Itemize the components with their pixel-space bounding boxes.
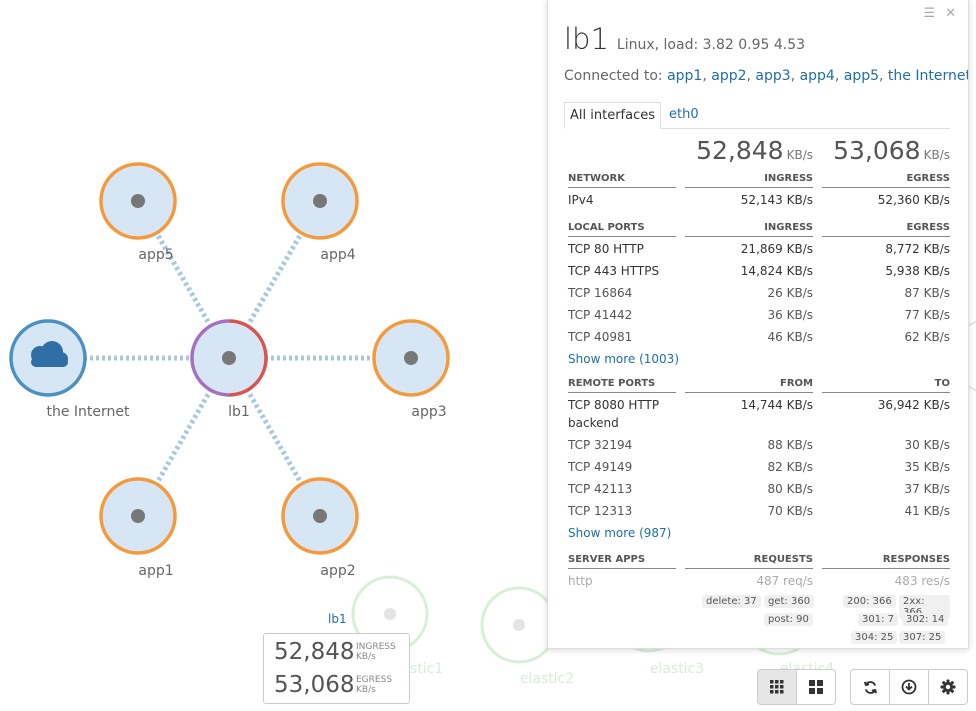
layout-toggle-group [757,669,836,705]
server-apps-header: SERVER APPS [568,554,676,569]
mini-egress-key: EGRESS KB/s [356,675,393,695]
table-row[interactable]: TCP 41442 36 KB/s 77 KB/s [568,308,950,328]
link-app3[interactable]: app3 [755,68,790,84]
request-badge: post: 90 [764,613,813,626]
network-ingress-header: INGRESS [685,173,813,188]
node-subtitle: Linux, load: 3.82 0.95 4.53 [616,37,806,53]
label-app5: app5 [138,247,173,263]
settings-button[interactable] [929,669,968,705]
request-badge: get: 360 [764,595,815,608]
node-internet[interactable] [9,319,87,397]
response-badge: 301: 7 [858,613,898,626]
label-lb1: lb1 [228,404,250,420]
server-apps-requests-header: REQUESTS [685,554,813,569]
node-app1[interactable] [99,477,177,555]
link-app1[interactable]: app1 [667,68,702,84]
refresh-button[interactable] [850,669,890,705]
gear-icon [940,679,956,695]
request-badge: delete: 37 [702,595,761,608]
local-ports-show-more[interactable]: Show more (1003) [568,352,679,366]
remote-ports-to-header: TO [822,378,950,393]
local-ports-header: LOCAL PORTS [568,222,676,237]
tab-all-interfaces[interactable]: All interfaces [564,102,662,129]
table-row[interactable]: TCP 16864 26 KB/s 87 KB/s [568,286,950,306]
table-row[interactable]: TCP 12313 70 KB/s 41 KB/s [568,504,950,524]
link-app4[interactable]: app4 [800,68,835,84]
local-ports-ingress-header: INGRESS [685,222,813,237]
network-header: NETWORK [568,173,676,188]
table-row[interactable]: IPv4 52,143 KB/s 52,360 KB/s [568,193,950,213]
link-app2[interactable]: app2 [711,68,746,84]
remote-ports-from-header: FROM [685,378,813,393]
grid-small-button[interactable] [757,669,797,705]
label-elastic2: elastic2 [520,671,574,687]
download-icon [901,679,917,695]
panel-tools: ☰ ✕ [913,6,956,21]
grid-small-icon [770,680,784,694]
node-details-panel: ☰ ✕ lb1 Linux, load: 3.82 0.95 4.53 Connec… [547,0,969,649]
table-row[interactable]: TCP 8080 HTTP backend 14,744 KB/s 36,942… [568,398,950,438]
response-badge: 200: 366 [843,595,896,608]
total-ingress: 52,848 KB/s [696,136,813,165]
table-row[interactable]: TCP 80 HTTP 21,869 KB/s 8,772 KB/s [568,242,950,262]
connected-label: Connected to: [564,68,663,84]
label-app2: app2 [320,563,355,579]
node-name: lb1 [564,22,609,56]
response-badge: 304: 25 [851,631,898,644]
table-row[interactable]: http 487 req/s 483 res/s [568,574,950,594]
table-row[interactable]: TCP 40981 46 KB/s 62 KB/s [568,330,950,350]
label-app1: app1 [138,563,173,579]
grid-large-icon [809,680,823,694]
network-egress-header: EGRESS [822,173,950,188]
remote-ports-header: REMOTE PORTS [568,378,676,393]
local-ports-egress-header: EGRESS [822,222,950,237]
refresh-icon [863,680,877,694]
label-elastic3: elastic3 [650,661,704,677]
table-row[interactable]: TCP 49149 82 KB/s 35 KB/s [568,460,950,480]
node-app3[interactable] [372,319,450,397]
label-internet: the Internet [46,404,130,420]
node-app4[interactable] [281,162,359,240]
response-badge: 307: 25 [899,631,946,644]
table-row[interactable]: TCP 42113 80 KB/s 37 KB/s [568,482,950,502]
download-button[interactable] [890,669,929,705]
table-row[interactable]: TCP 32194 88 KB/s 30 KB/s [568,438,950,458]
grid-large-button[interactable] [797,669,836,705]
server-apps-responses-header: RESPONSES [822,554,950,569]
node-lb1[interactable] [190,319,268,397]
node-app5[interactable] [99,162,177,240]
mini-stats-box: 52,848 INGRESS KB/s 53,068 EGRESS KB/s [263,633,410,704]
mini-ingress-key: INGRESS KB/s [356,642,396,662]
remote-ports-show-more[interactable]: Show more (987) [568,526,671,540]
close-icon[interactable]: ✕ [945,6,956,21]
connected-to: Connected to: app1, app2, app3, app4, ap… [564,68,969,84]
label-app3: app3 [411,404,446,420]
label-app4: app4 [320,247,355,263]
response-badge: 302: 14 [902,613,949,626]
actions-group [850,669,968,705]
mini-ingress-value: 52,848 [274,639,355,665]
total-egress: 53,068 KB/s [833,136,950,165]
mini-stats-node-label: lb1 [328,612,347,626]
panel-title: lb1 Linux, load: 3.82 0.95 4.53 [564,22,805,56]
node-app2[interactable] [281,477,359,555]
interface-tabs: All interfaces eth0 [564,102,950,129]
list-icon[interactable]: ☰ [923,6,935,21]
link-internet[interactable]: the Internet [888,68,968,84]
link-app5[interactable]: app5 [844,68,879,84]
table-row[interactable]: TCP 443 HTTPS 14,824 KB/s 5,938 KB/s [568,264,950,284]
tab-eth0[interactable]: eth0 [664,102,704,127]
mini-egress-value: 53,068 [274,672,355,698]
